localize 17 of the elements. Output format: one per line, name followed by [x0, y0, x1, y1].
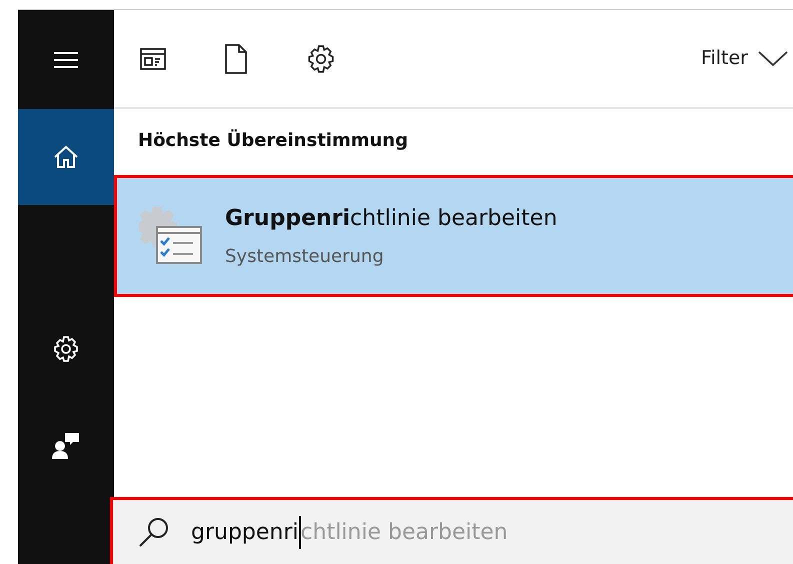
- group-policy-icon: [139, 205, 203, 267]
- filter-dropdown[interactable]: Filter: [700, 44, 788, 73]
- result-title: Gruppenrichtlinie bearbeiten: [225, 205, 558, 233]
- home-icon: [52, 143, 80, 171]
- search-field[interactable]: gruppenri chtlinie bearbeiten: [110, 497, 793, 564]
- search-result[interactable]: Gruppenrichtlinie bearbeiten Systemsteuerung: [114, 175, 793, 297]
- section-heading: Höchste Übereinstimmung: [137, 128, 409, 153]
- result-subtitle: Systemsteuerung: [225, 245, 385, 269]
- search-text: gruppenri chtlinie bearbeiten: [191, 516, 508, 548]
- app-window-icon[interactable]: [140, 46, 166, 70]
- chevron-down-icon: [758, 50, 788, 66]
- menu-icon: [53, 50, 79, 68]
- document-icon[interactable]: [224, 44, 248, 74]
- settings-icon: [52, 335, 80, 363]
- search-icon: [137, 515, 171, 549]
- settings-icon[interactable]: [306, 44, 336, 74]
- feedback-icon: [51, 431, 81, 459]
